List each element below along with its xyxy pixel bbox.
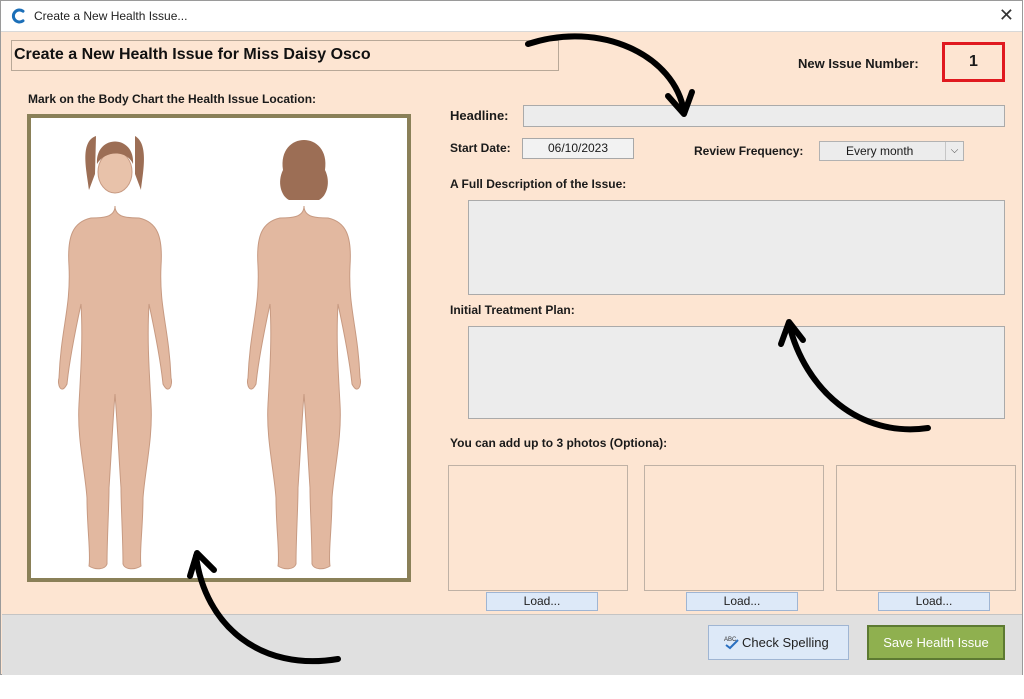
photo-slot-3 bbox=[836, 465, 1016, 591]
dialog-window: Create a New Health Issue... ✕ Create a … bbox=[0, 0, 1023, 675]
body-figures[interactable] bbox=[31, 118, 407, 578]
check-spelling-button[interactable]: ABC Check Spelling bbox=[708, 625, 849, 660]
save-health-issue-button[interactable]: Save Health Issue bbox=[867, 625, 1005, 660]
treatment-plan-textarea[interactable] bbox=[468, 326, 1005, 419]
start-date-label: Start Date: bbox=[450, 141, 511, 155]
front-body-figure bbox=[58, 136, 172, 570]
photo-slot-1 bbox=[448, 465, 628, 591]
photo-slot-2 bbox=[644, 465, 824, 591]
treatment-plan-label: Initial Treatment Plan: bbox=[450, 303, 575, 317]
review-frequency-label: Review Frequency: bbox=[694, 144, 804, 158]
headline-label: Headline: bbox=[450, 108, 509, 123]
load-photo-1-button[interactable]: Load... bbox=[486, 592, 598, 611]
review-frequency-value: Every month bbox=[846, 144, 914, 158]
headline-input[interactable] bbox=[523, 105, 1005, 127]
close-icon[interactable]: ✕ bbox=[999, 5, 1014, 26]
page-title-box: Create a New Health Issue for Miss Daisy… bbox=[11, 40, 559, 71]
back-body-figure bbox=[247, 140, 361, 570]
app-logo-icon bbox=[11, 8, 25, 24]
page-title: Create a New Health Issue for Miss Daisy… bbox=[14, 46, 371, 63]
check-spelling-label: Check Spelling bbox=[742, 635, 829, 650]
description-label: A Full Description of the Issue: bbox=[450, 177, 627, 191]
load-photo-2-button[interactable]: Load... bbox=[686, 592, 798, 611]
load-photo-3-button[interactable]: Load... bbox=[878, 592, 990, 611]
issue-number-value: 1 bbox=[942, 42, 1005, 82]
body-chart-label: Mark on the Body Chart the Health Issue … bbox=[28, 92, 317, 106]
body-chart[interactable] bbox=[27, 114, 411, 582]
spell-check-icon: ABC bbox=[724, 637, 739, 650]
title-bar: Create a New Health Issue... ✕ bbox=[1, 1, 1022, 32]
window-title: Create a New Health Issue... bbox=[34, 9, 188, 23]
dropdown-chevron-icon[interactable]: ⌵ bbox=[945, 142, 963, 160]
start-date-input[interactable]: 06/10/2023 bbox=[522, 138, 634, 159]
description-textarea[interactable] bbox=[468, 200, 1005, 295]
issue-number-label: New Issue Number: bbox=[798, 56, 919, 71]
review-frequency-select[interactable]: Every month ⌵ bbox=[819, 141, 964, 161]
photos-label: You can add up to 3 photos (Optiona): bbox=[450, 436, 668, 450]
